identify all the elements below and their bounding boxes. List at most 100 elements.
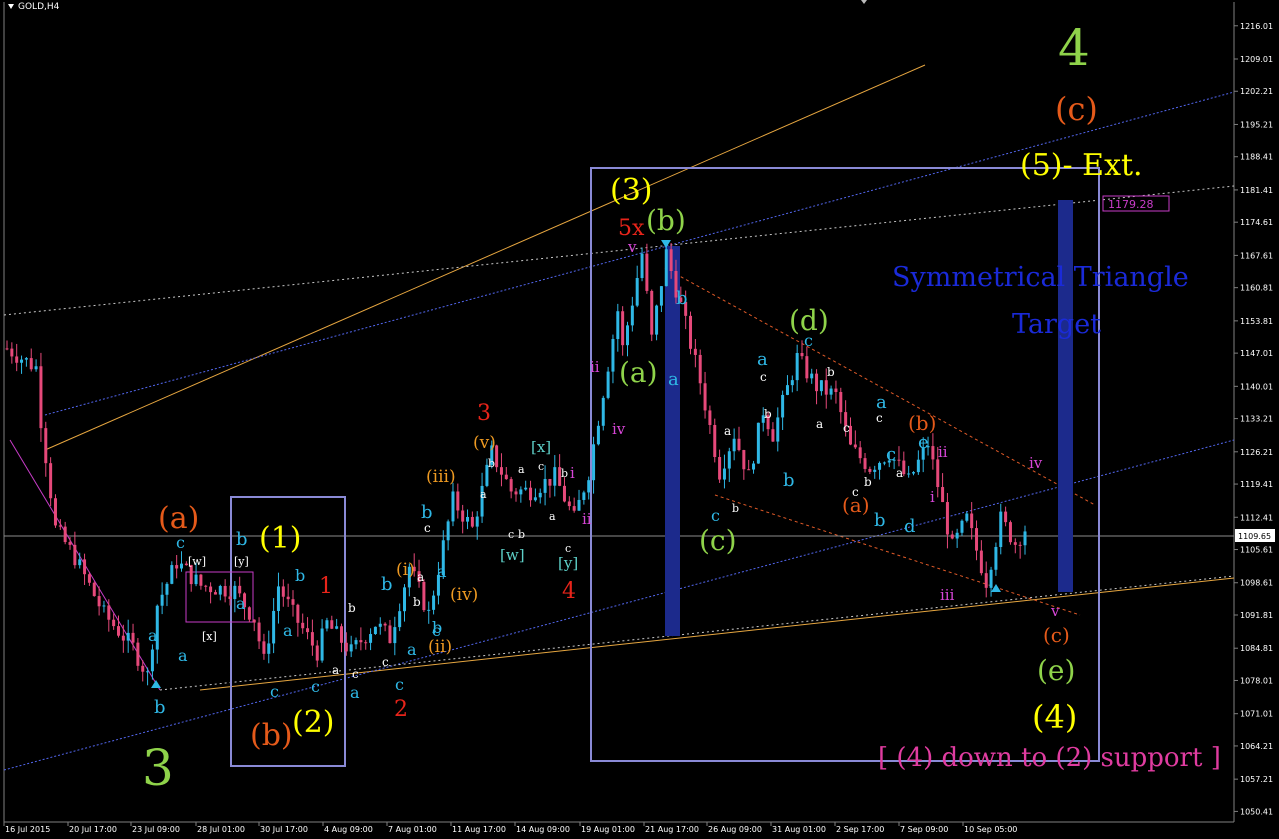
candle-body [252, 619, 256, 623]
c-label-white-3: c [424, 521, 431, 535]
y-tick-label: 1105.61 [1240, 546, 1273, 555]
candle-body [228, 596, 232, 600]
wave-b-left-label: (b) [250, 718, 293, 753]
c-label-2: c [270, 682, 279, 701]
candle-body [194, 574, 198, 585]
candle-body [383, 623, 387, 626]
candle-body [393, 627, 397, 644]
w-mid-label: [w] [500, 546, 525, 564]
candle-body [107, 605, 111, 620]
i-mid-label: i [570, 464, 575, 482]
sub-ii-label: (ii) [428, 637, 452, 657]
candle-body [713, 424, 717, 457]
b-label-7: b [676, 288, 688, 309]
candle-body [373, 626, 377, 635]
x-tick-label: 2 Sep 17:00 [836, 825, 884, 834]
dropdown-arrow-icon[interactable] [8, 4, 14, 9]
a-label-1: a [148, 626, 158, 645]
a-label-white-3: a [480, 488, 487, 501]
candle-body [878, 462, 882, 470]
b-label-white-3: b [488, 457, 495, 470]
current-price-label: 1109.65 [1238, 532, 1271, 541]
candle-body [126, 632, 130, 641]
candle-body [781, 394, 785, 418]
y-tick-label: 1126.21 [1240, 448, 1273, 457]
candle-body [281, 586, 285, 597]
candle-body [650, 290, 654, 335]
wave-c-top-label: (c) [1055, 90, 1098, 128]
candle-body [398, 611, 402, 628]
candle-body [795, 353, 799, 381]
red-3-label: 3 [477, 401, 491, 426]
wave-2-label: (2) [292, 705, 335, 740]
c-label-6: c [711, 506, 720, 525]
candle-body [776, 417, 780, 442]
sub-iii-label: (iii) [426, 467, 456, 487]
candle-body [722, 468, 726, 480]
v-top-label: v [627, 238, 637, 256]
candle-body [979, 550, 983, 574]
candle-body [616, 311, 620, 340]
a-label-4: a [283, 621, 293, 640]
candle-body [291, 599, 295, 605]
w-left-label: [w] [188, 555, 206, 568]
candle-body [829, 388, 833, 395]
symbol-text: GOLD,H4 [18, 2, 60, 12]
candle-body [422, 581, 426, 611]
b-label-4: b [381, 574, 393, 595]
red-2-label: 2 [394, 697, 408, 722]
candle-body [732, 438, 736, 452]
red-4-label: 4 [562, 579, 576, 604]
candle-body [931, 446, 935, 460]
c-label-white-2: c [382, 655, 389, 669]
candle-body [180, 563, 184, 569]
b-label-white-7: b [764, 407, 772, 421]
y-tick-label: 1140.01 [1240, 382, 1273, 391]
candle-body [514, 491, 518, 495]
candle-body [577, 499, 581, 511]
wave-5-ext-label: (5)- Ext. [1020, 148, 1143, 183]
candle-body [810, 373, 814, 379]
support-note: [ (4) down to (2) support ] [878, 743, 1221, 773]
candle-body [533, 497, 537, 501]
sub-v-label: (v) [473, 433, 496, 453]
candle-body [121, 635, 125, 641]
candle-body [199, 574, 203, 586]
candle-body [601, 397, 605, 426]
b-label-white-9: b [864, 475, 872, 489]
candle-body [499, 467, 503, 475]
e-label-1: e [918, 432, 929, 453]
a-label-3: a [236, 594, 246, 613]
candle-body [1018, 544, 1022, 546]
y-tick-label: 1153.81 [1240, 317, 1273, 326]
y-left-label: [y] [234, 555, 249, 568]
x-tick-label: 11 Aug 17:00 [452, 825, 506, 834]
candle-body [747, 469, 751, 471]
wave-a-label: (a) [619, 356, 658, 389]
candle-body [306, 628, 310, 633]
c-label-white-5: c [508, 528, 514, 541]
candle-body [611, 339, 615, 372]
target-bar [1058, 200, 1073, 592]
candle-body [364, 642, 368, 644]
candle-body [39, 366, 43, 429]
candle-body [630, 305, 634, 326]
candle-body [752, 463, 756, 470]
price-chart[interactable]: 1216.01 1209.01 1202.21 1195.21 1188.41 1181.… [0, 0, 1279, 834]
candle-body [267, 643, 271, 654]
candle-body [669, 249, 673, 271]
candle-body [349, 644, 353, 652]
candle-body [58, 525, 62, 527]
candle-body [572, 506, 576, 511]
b-label-white-4: b [518, 528, 525, 541]
candle-body [815, 373, 819, 392]
candle-body [790, 380, 794, 386]
candle-body [553, 467, 557, 486]
candle-body [330, 620, 334, 629]
a-label-white-7: a [816, 417, 823, 431]
candle-body [29, 358, 33, 370]
ii-label: ii [590, 358, 600, 376]
candle-body [102, 605, 106, 607]
candle-body [301, 622, 305, 629]
candle-body [247, 607, 251, 620]
